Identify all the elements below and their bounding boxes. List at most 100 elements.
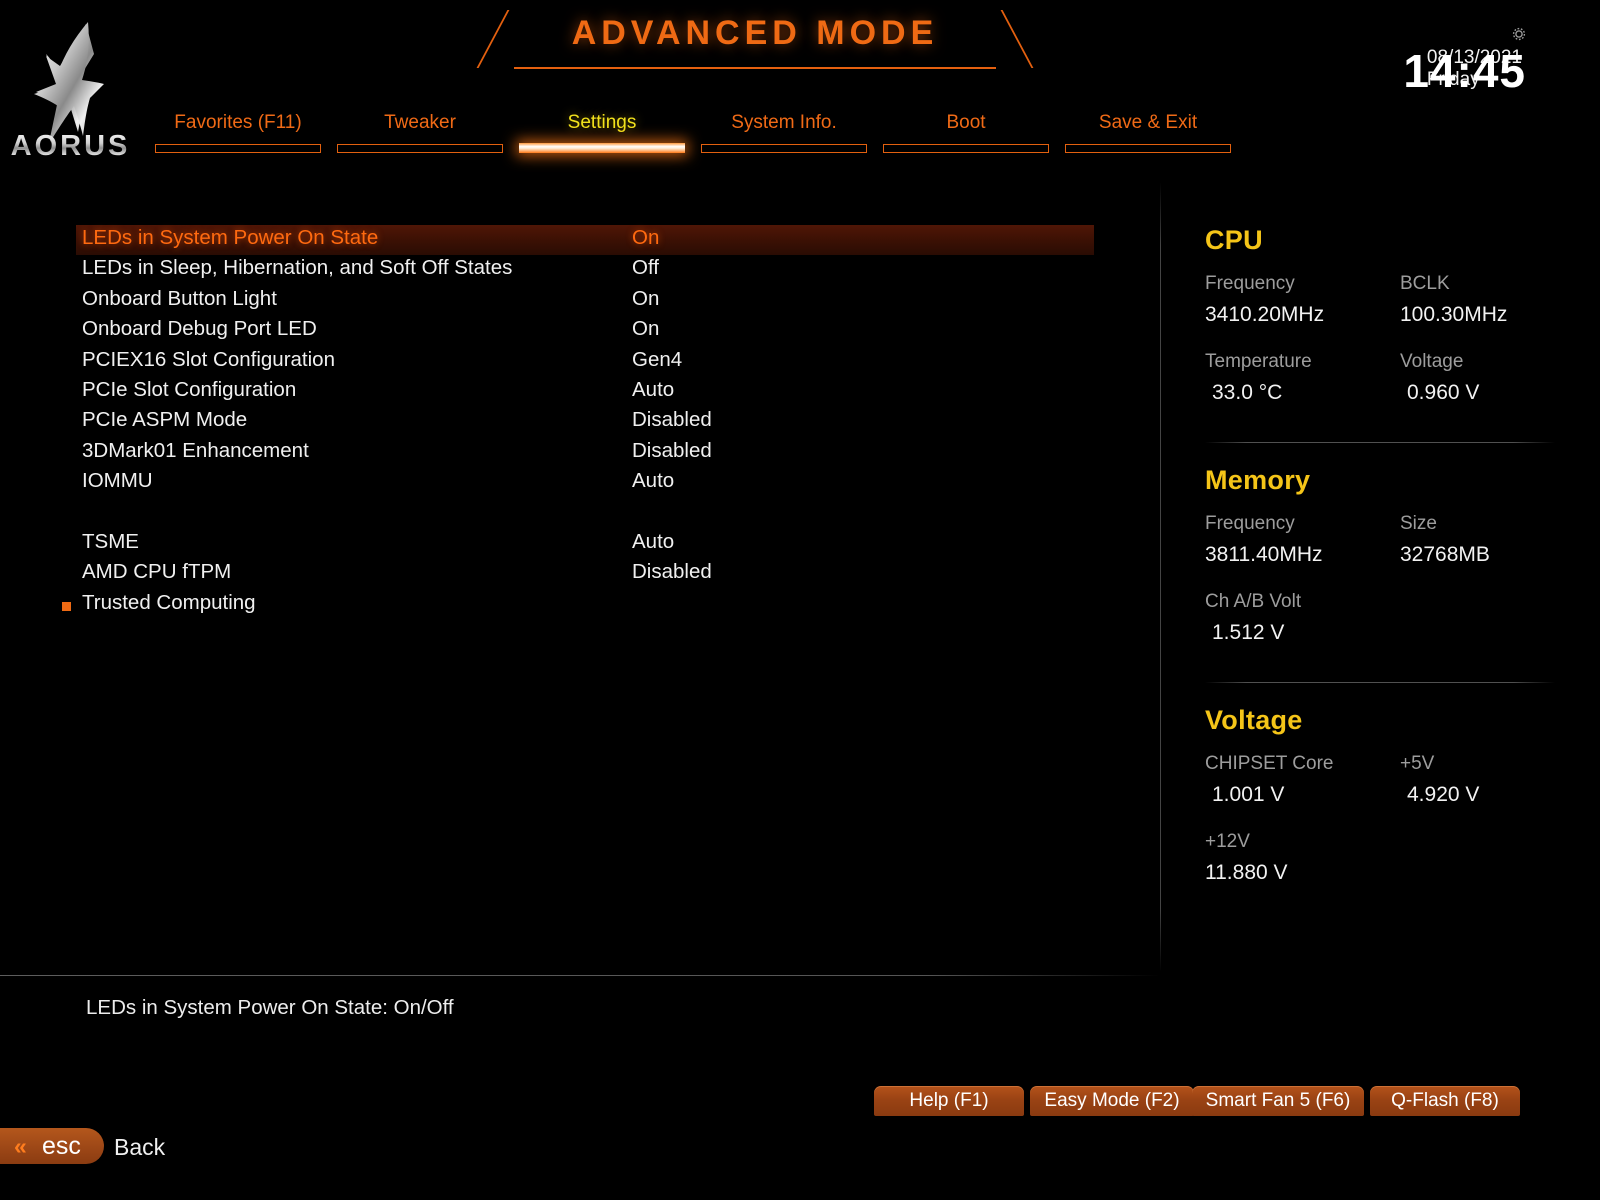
fn-button-easy-mode-f2[interactable]: Easy Mode (F2) xyxy=(1030,1086,1194,1116)
metric-value: 4.920 V xyxy=(1400,778,1600,812)
setting-value[interactable]: Auto xyxy=(632,469,674,493)
sidebar-group-title: Memory xyxy=(1205,465,1600,496)
settings-row[interactable]: LEDs in System Power On State On xyxy=(76,225,1094,255)
setting-value[interactable]: Auto xyxy=(632,530,674,554)
setting-label: Onboard Debug Port LED xyxy=(82,317,317,341)
setting-label: Onboard Button Light xyxy=(82,287,277,311)
metric-value: 33.0 °C xyxy=(1205,376,1400,410)
tab-label: Tweaker xyxy=(337,112,503,134)
metric-key: Frequency xyxy=(1205,269,1400,298)
sidebar-metric-left: Frequency3811.40MHz xyxy=(1205,509,1400,572)
tab-save-exit[interactable]: Save & Exit xyxy=(1065,112,1231,162)
tab-label: Boot xyxy=(883,112,1049,134)
metric-key: Voltage xyxy=(1400,347,1600,376)
sidebar-group-title: Voltage xyxy=(1205,705,1600,736)
sidebar-group-title: CPU xyxy=(1205,225,1600,256)
tab-label: Favorites (F11) xyxy=(155,112,321,134)
settings-row[interactable]: AMD CPU fTPM Disabled xyxy=(0,559,1160,589)
tab-indicator-bar xyxy=(337,144,503,153)
function-button-bar: Help (F1)Easy Mode (F2)Smart Fan 5 (F6)Q… xyxy=(0,1086,1600,1118)
tab-label: System Info. xyxy=(701,112,867,134)
metric-value: 3811.40MHz xyxy=(1205,538,1400,572)
sidebar-group-voltage: VoltageCHIPSET Core1.001 V+5V4.920 V+12V… xyxy=(1160,705,1600,905)
settings-row[interactable]: LEDs in Sleep, Hibernation, and Soft Off… xyxy=(0,255,1160,285)
metric-value: 1.001 V xyxy=(1205,778,1400,812)
setting-value[interactable]: Auto xyxy=(632,378,674,402)
settings-row[interactable]: TSME Auto xyxy=(0,529,1160,559)
setting-label: IOMMU xyxy=(82,469,153,493)
metric-value: 32768MB xyxy=(1400,538,1600,572)
tab-indicator-bar xyxy=(883,144,1049,153)
setting-value[interactable]: Disabled xyxy=(632,408,712,432)
settings-row[interactable]: PCIe Slot ConfigurationAuto xyxy=(0,377,1160,407)
tab-indicator-bar xyxy=(155,144,321,153)
metric-value: 0.960 V xyxy=(1400,376,1600,410)
tab-settings[interactable]: Settings xyxy=(519,112,685,162)
sidebar-metric-row: Frequency3410.20MHzBCLK100.30MHz xyxy=(1205,269,1600,347)
sidebar-metric-left: CHIPSET Core1.001 V xyxy=(1205,749,1400,812)
settings-row[interactable]: PCIEX16 Slot ConfigurationGen4 xyxy=(0,347,1160,377)
settings-row[interactable]: 3DMark01 Enhancement Disabled xyxy=(0,438,1160,468)
setting-label: LEDs in Sleep, Hibernation, and Soft Off… xyxy=(82,256,512,280)
tab-system-info[interactable]: System Info. xyxy=(701,112,867,162)
setting-label: 3DMark01 Enhancement xyxy=(82,439,309,463)
bios-screen: AORUS ADVANCED MODE 08/13/2021 Friday 14… xyxy=(0,0,1600,1200)
sidebar-section-separator xyxy=(1205,682,1555,683)
sidebar-metric-left: Temperature33.0 °C xyxy=(1205,347,1400,410)
tab-indicator-bar xyxy=(1065,144,1231,153)
setting-value[interactable]: Disabled xyxy=(632,560,712,584)
settings-row[interactable]: IOMMU Auto xyxy=(0,468,1160,498)
advanced-mode-banner: ADVANCED MODE xyxy=(520,10,990,72)
fn-button-help-f1[interactable]: Help (F1) xyxy=(874,1086,1024,1116)
tab-label: Save & Exit xyxy=(1065,112,1231,134)
metric-value: 100.30MHz xyxy=(1400,298,1600,332)
sidebar-metric-right: BCLK100.30MHz xyxy=(1400,269,1600,332)
page-title: ADVANCED MODE xyxy=(520,14,990,53)
setting-value[interactable]: Off xyxy=(632,256,659,280)
metric-key: +5V xyxy=(1400,749,1600,778)
setting-value[interactable]: On xyxy=(632,226,659,250)
setting-value[interactable]: Disabled xyxy=(632,439,712,463)
metric-value: 11.880 V xyxy=(1205,856,1400,890)
setting-value[interactable]: On xyxy=(632,287,659,311)
setting-value[interactable]: Gen4 xyxy=(632,348,682,372)
metric-key: Temperature xyxy=(1205,347,1400,376)
settings-row[interactable]: Onboard Debug Port LED On xyxy=(0,316,1160,346)
metric-key: Frequency xyxy=(1205,509,1400,538)
sidebar-group-memory: MemoryFrequency3811.40MHzSize32768MBCh A… xyxy=(1160,465,1600,665)
settings-row[interactable]: PCIe ASPM ModeDisabled xyxy=(0,407,1160,437)
sidebar-section-separator xyxy=(1205,442,1555,443)
setting-label: LEDs in System Power On State xyxy=(82,226,378,250)
help-separator xyxy=(0,975,1160,976)
metric-key: Size xyxy=(1400,509,1600,538)
metric-key: CHIPSET Core xyxy=(1205,749,1400,778)
gear-icon[interactable] xyxy=(1511,26,1527,42)
tab-indicator-bar xyxy=(701,144,867,153)
sidebar-metric-row: CHIPSET Core1.001 V+5V4.920 V xyxy=(1205,749,1600,827)
banner-underline xyxy=(514,67,996,69)
help-text: LEDs in System Power On State: On/Off xyxy=(86,996,454,1020)
sidebar-metric-row: Temperature33.0 °CVoltage0.960 V xyxy=(1205,347,1600,425)
metric-value: 3410.20MHz xyxy=(1205,298,1400,332)
metric-key: BCLK xyxy=(1400,269,1600,298)
tab-tweaker[interactable]: Tweaker xyxy=(337,112,503,162)
setting-label: AMD CPU fTPM xyxy=(82,560,231,584)
sidebar-metric-right: +5V4.920 V xyxy=(1400,749,1600,812)
setting-value[interactable]: On xyxy=(632,317,659,341)
fn-button-q-flash-f8[interactable]: Q-Flash (F8) xyxy=(1370,1086,1520,1116)
settings-row[interactable]: Trusted Computing xyxy=(0,590,1160,620)
metric-key: Ch A/B Volt xyxy=(1205,587,1400,616)
settings-row[interactable]: Onboard Button Light On xyxy=(0,286,1160,316)
sidebar-metric-right: Size32768MB xyxy=(1400,509,1600,572)
system-time: 14:45 xyxy=(1403,48,1526,94)
metric-key: +12V xyxy=(1205,827,1400,856)
tab-favorites-f11[interactable]: Favorites (F11) xyxy=(155,112,321,162)
back-label: Back xyxy=(114,1134,165,1160)
fn-button-smart-fan-5-f6[interactable]: Smart Fan 5 (F6) xyxy=(1192,1086,1364,1116)
sidebar-metric-row: +12V11.880 V xyxy=(1205,827,1600,905)
setting-label: TSME xyxy=(82,530,139,554)
sidebar-metric-right: Voltage0.960 V xyxy=(1400,347,1600,410)
sidebar-metric-row: Ch A/B Volt1.512 V xyxy=(1205,587,1600,665)
sidebar-group-cpu: CPUFrequency3410.20MHzBCLK100.30MHzTempe… xyxy=(1160,225,1600,425)
tab-boot[interactable]: Boot xyxy=(883,112,1049,162)
